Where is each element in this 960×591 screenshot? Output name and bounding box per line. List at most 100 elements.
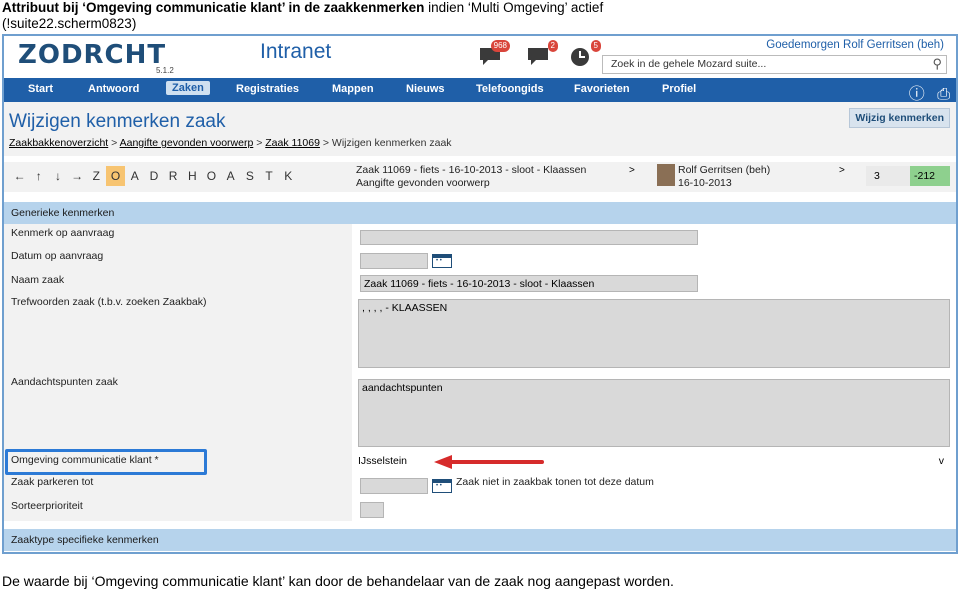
trefwoorden-label: Trefwoorden zaak (t.b.v. zoeken Zaakbak) bbox=[4, 293, 352, 373]
section-generieke-kenmerken[interactable]: Generieke kenmerken bbox=[4, 202, 956, 224]
nav-item-profiel[interactable]: Profiel bbox=[662, 83, 696, 95]
sorteer-label: Sorteerprioriteit bbox=[4, 497, 352, 521]
arrow-up-button[interactable]: ↑ bbox=[29, 166, 48, 186]
letter-button[interactable]: A bbox=[221, 166, 240, 186]
zaak-info-type: Aangifte gevonden voorwerp bbox=[356, 177, 490, 189]
arrow-left-button[interactable]: ← bbox=[10, 166, 29, 186]
letter-button[interactable]: A bbox=[125, 166, 144, 186]
parkeren-input[interactable] bbox=[360, 478, 428, 494]
naam-cell: Zaak 11069 - fiets - 16-10-2013 - sloot … bbox=[352, 271, 956, 293]
letter-button[interactable]: O bbox=[202, 166, 221, 186]
nav-item-telefoongids[interactable]: Telefoongids bbox=[476, 83, 544, 95]
zaak-info: Zaak 11069 - fiets - 16-10-2013 - sloot … bbox=[356, 164, 586, 190]
info-icon[interactable]: ⓘ bbox=[909, 86, 925, 103]
behandelaar-expand-arrow[interactable]: > bbox=[839, 165, 845, 176]
letter-button[interactable]: H bbox=[183, 166, 202, 186]
print-icon[interactable]: ⎙ bbox=[937, 86, 950, 103]
chevron-down-icon[interactable]: v bbox=[939, 455, 944, 467]
app-title: Intranet bbox=[260, 40, 332, 63]
nav-item-nieuws[interactable]: Nieuws bbox=[406, 83, 445, 95]
nav-item-favorieten[interactable]: Favorieten bbox=[574, 83, 630, 95]
nav-item-antwoord[interactable]: Antwoord bbox=[88, 83, 139, 95]
application-screenshot: ZODRCHT 5.1.2 Intranet 968 2 5 Goedemorg… bbox=[2, 34, 958, 554]
breadcrumb: Zaakbakkenoverzicht > Aangifte gevonden … bbox=[9, 137, 452, 149]
nav-item-registraties[interactable]: Registraties bbox=[236, 83, 299, 95]
arrow-down-button[interactable]: ↓ bbox=[48, 166, 67, 186]
kenmerk-input[interactable] bbox=[360, 230, 698, 245]
datum-input[interactable] bbox=[360, 253, 428, 269]
parkeren-label: Zaak parkeren tot bbox=[4, 473, 352, 497]
messages-icon[interactable]: 968 bbox=[478, 40, 510, 66]
zaak-expand-arrow[interactable]: > bbox=[629, 165, 635, 176]
calendar-icon[interactable] bbox=[432, 254, 452, 268]
parkeren-cell: Zaak niet in zaakbak tonen tot deze datu… bbox=[352, 473, 956, 497]
kenmerk-label: Kenmerk op aanvraag bbox=[4, 224, 352, 247]
breadcrumb-item-zaakbakkenoverzicht[interactable]: Zaakbakkenoverzicht bbox=[9, 137, 108, 149]
trefwoorden-cell: , , , , - KLAASSEN bbox=[352, 293, 956, 373]
document-title-bold: Attribuut bij ‘Omgeving communicatie kla… bbox=[2, 0, 425, 15]
main-navigation: Start Antwoord Zaken Registraties Mappen… bbox=[4, 78, 956, 104]
naam-input[interactable]: Zaak 11069 - fiets - 16-10-2013 - sloot … bbox=[360, 275, 698, 292]
messages-badge: 968 bbox=[490, 40, 510, 52]
row-spacer bbox=[4, 521, 956, 529]
document-title: Attribuut bij ‘Omgeving communicatie kla… bbox=[2, 0, 958, 32]
app-header: ZODRCHT 5.1.2 Intranet 968 2 5 Goedemorg… bbox=[4, 36, 956, 78]
logo-text: ZODRCHT bbox=[18, 40, 167, 70]
trefwoorden-textarea[interactable]: , , , , - KLAASSEN bbox=[358, 299, 950, 368]
behandelaar-info: Rolf Gerritsen (beh) 16-10-2013 bbox=[678, 164, 770, 190]
document-caption: De waarde bij ‘Omgeving communicatie kla… bbox=[2, 573, 674, 589]
search-icon[interactable]: ⚲ bbox=[932, 56, 942, 72]
page-header: Wijzigen kenmerken zaak Zaakbakkenoverzi… bbox=[4, 102, 956, 156]
behandelaar-date: 16-10-2013 bbox=[678, 177, 732, 189]
search-input[interactable]: Zoek in de gehele Mozard suite... ⚲ bbox=[602, 55, 947, 74]
notifications-badge: 2 bbox=[547, 40, 558, 52]
arrow-right-button[interactable]: → bbox=[68, 166, 87, 186]
breadcrumb-item-zaak[interactable]: Zaak 11069 bbox=[265, 137, 320, 149]
letter-navigation: ← ↑ ↓ → Z O A D R H O A S T K bbox=[10, 166, 298, 186]
nav-tools: ⓘ ⎙ bbox=[909, 80, 950, 104]
letter-button[interactable]: Z bbox=[87, 166, 106, 186]
sorteer-cell bbox=[352, 497, 956, 521]
letter-button[interactable]: T bbox=[259, 166, 278, 186]
letter-button-selected[interactable]: O bbox=[105, 166, 126, 186]
breadcrumb-item-aangifte[interactable]: Aangifte gevonden voorwerp bbox=[120, 137, 254, 149]
notifications-icon[interactable]: 2 bbox=[526, 40, 558, 66]
zaak-info-title: Zaak 11069 - fiets - 16-10-2013 - sloot … bbox=[356, 164, 587, 176]
aandacht-cell: aandachtspunten bbox=[352, 373, 956, 451]
logo-version: 5.1.2 bbox=[156, 66, 174, 75]
zaak-toolbar: ← ↑ ↓ → Z O A D R H O A S T K Zaak 11069… bbox=[4, 162, 956, 192]
annotation-arrow-icon bbox=[434, 455, 544, 469]
kenmerk-cell bbox=[352, 224, 956, 247]
days-counter: -212 bbox=[910, 166, 950, 186]
highlight-box bbox=[5, 449, 207, 475]
datum-label: Datum op aanvraag bbox=[4, 247, 352, 271]
letter-button[interactable]: R bbox=[164, 166, 183, 186]
document-title-code: (!suite22.scherm0823) bbox=[2, 16, 137, 31]
user-greeting[interactable]: Goedemorgen Rolf Gerritsen (beh) bbox=[766, 39, 944, 51]
wijzig-kenmerken-button[interactable]: Wijzig kenmerken bbox=[849, 108, 950, 128]
behandelaar-name: Rolf Gerritsen (beh) bbox=[678, 164, 771, 176]
nav-item-zaken[interactable]: Zaken bbox=[166, 81, 210, 95]
app-logo: ZODRCHT bbox=[18, 40, 166, 70]
nav-item-start[interactable]: Start bbox=[28, 83, 53, 95]
naam-label: Naam zaak bbox=[4, 271, 352, 293]
page-title: Wijzigen kenmerken zaak bbox=[9, 111, 226, 132]
avatar bbox=[657, 164, 675, 186]
clock-badge: 5 bbox=[590, 40, 601, 52]
aandacht-label: Aandachtspunten zaak bbox=[4, 373, 352, 451]
sorteer-input[interactable] bbox=[360, 502, 384, 518]
section-zaaktype-specifieke-kenmerken[interactable]: Zaaktype specifieke kenmerken bbox=[4, 529, 956, 551]
letter-button[interactable]: S bbox=[240, 166, 259, 186]
status-count: 3 bbox=[866, 166, 910, 186]
letter-button[interactable]: D bbox=[144, 166, 163, 186]
letter-button[interactable]: K bbox=[279, 166, 298, 186]
document-title-rest: indien ‘Multi Omgeving’ actief bbox=[424, 0, 604, 15]
calendar-icon[interactable] bbox=[432, 479, 452, 493]
nav-item-mappen[interactable]: Mappen bbox=[332, 83, 374, 95]
omgeving-select-value: IJsselstein bbox=[358, 455, 408, 467]
breadcrumb-item-current: Wijzigen kenmerken zaak bbox=[331, 137, 452, 149]
clock-icon[interactable]: 5 bbox=[569, 40, 601, 66]
search-placeholder: Zoek in de gehele Mozard suite... bbox=[611, 58, 767, 70]
datum-cell bbox=[352, 247, 956, 271]
aandacht-textarea[interactable]: aandachtspunten bbox=[358, 379, 950, 447]
